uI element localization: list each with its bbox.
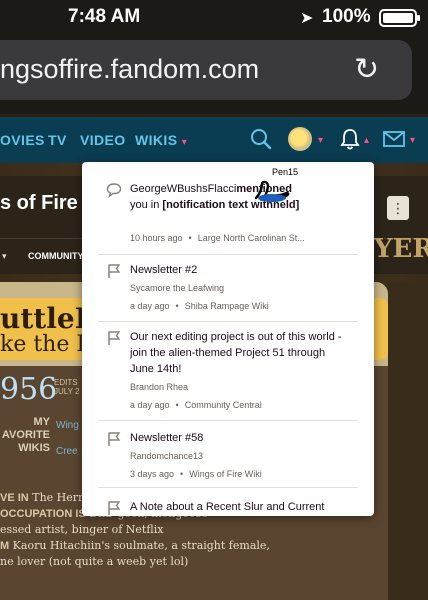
favorite-wiki-link[interactable]: Wing — [56, 420, 79, 431]
search-icon[interactable] — [250, 128, 272, 150]
bio-label: OCCUPATION IS — [0, 508, 86, 520]
notification-time: a day ago — [130, 400, 170, 410]
notifications-dropdown: GeorgeWBushsFlaccimentioned you in [noti… — [82, 162, 374, 516]
favorite-wiki-link[interactable]: Cree — [56, 446, 78, 457]
bio-value: The Herm — [32, 491, 89, 504]
nav-tv[interactable]: TV — [48, 132, 67, 148]
nav-wikis[interactable]: WIKIS ▾ — [135, 132, 187, 148]
notification-item[interactable]: Our next editing project is out of this … — [82, 322, 374, 420]
notification-title: Newsletter #58 — [130, 432, 204, 444]
meta-separator: • — [175, 400, 179, 410]
bio-label: M — [0, 540, 10, 552]
meta-separator: • — [188, 233, 192, 243]
chevron-down-icon[interactable]: ▾ — [410, 135, 415, 146]
edit-count-label: EDITS JULY 2 — [54, 378, 80, 396]
notification-actor: GeorgeWBushsFlacci — [130, 183, 237, 195]
bio-line: ne lover (not quite a weeb yet lol) — [0, 555, 189, 568]
envelope-icon[interactable] — [383, 130, 405, 148]
speech-bubble-icon — [106, 183, 122, 198]
page-gutter — [388, 282, 428, 600]
bio-line: essed artist, binger of Netflix — [0, 523, 164, 536]
notification-meta: a day ago • Community Central — [130, 400, 262, 410]
notification-author: Brandon Rhea — [130, 382, 189, 392]
battery-icon — [379, 9, 420, 27]
bio-label: VE IN — [0, 492, 29, 504]
nav-video[interactable]: VIDEO — [80, 132, 126, 148]
reload-icon[interactable]: ↻ — [354, 55, 379, 85]
notification-time: 10 hours ago — [130, 233, 183, 243]
browser-toolbar: ngsoffire.fandom.com ↻ — [0, 34, 428, 114]
flag-icon — [108, 432, 121, 446]
user-avatar[interactable] — [288, 127, 312, 151]
notification-title: Our next editing project is out of this … — [130, 331, 342, 375]
notification-item[interactable]: A Note about a Recent Slur and Current — [82, 488, 374, 516]
meta-separator: • — [175, 301, 179, 311]
notification-meta: a day ago • Shiba Rampage Wiki — [130, 301, 269, 311]
flag-icon — [108, 264, 121, 278]
url-text[interactable]: ngsoffire.fandom.com — [0, 54, 259, 85]
notification-wiki: Community Central — [184, 400, 262, 410]
notification-meta: 10 hours ago • Large North Carolinan St... — [130, 233, 305, 243]
handwritten-scribble — [254, 180, 290, 202]
bio-value: Kaoru Hitachiin's soulmate, a straight f… — [12, 539, 270, 552]
chevron-down-icon[interactable]: ▾ — [318, 135, 323, 146]
notification-author: Randomchance13 — [130, 451, 204, 461]
nav-movies[interactable]: OVIES — [0, 132, 45, 148]
notification-item[interactable]: Newsletter #2 Sycamore the Leafwing a da… — [82, 255, 374, 321]
flag-icon — [108, 501, 121, 515]
notification-meta: 3 days ago • Wings of Fire Wiki — [130, 469, 262, 479]
more-options-icon[interactable]: ⋮ — [387, 196, 409, 220]
tab-community[interactable]: COMMUNITY — [28, 251, 84, 261]
notification-item[interactable]: Newsletter #58 Randomchance13 3 days ago… — [82, 421, 374, 487]
status-bar: 7:48 AM ➤ 100% — [0, 0, 428, 34]
wiki-logo[interactable]: YER — [374, 234, 428, 264]
address-bar[interactable]: ngsoffire.fandom.com ↻ — [0, 40, 412, 100]
notification-title: Newsletter #2 — [130, 264, 198, 276]
chevron-down-icon: ▾ — [181, 137, 188, 148]
flag-icon — [108, 331, 121, 345]
edit-count: 956 — [0, 372, 58, 407]
handwritten-note: Pen15 — [272, 167, 299, 177]
nav-wikis-label: WIKIS — [135, 132, 178, 148]
chevron-down-icon[interactable]: ▾ — [2, 251, 7, 262]
meta-separator: • — [180, 469, 184, 479]
notification-title: A Note about a Recent Slur and Current — [130, 501, 325, 513]
battery-percent: 100% — [322, 6, 371, 27]
notification-author: Sycamore the Leafwing — [130, 283, 225, 293]
chevron-up-icon[interactable]: ▴ — [364, 135, 369, 146]
notification-time: 3 days ago — [130, 469, 175, 479]
notification-wiki: Large North Carolinan St... — [197, 233, 305, 243]
notification-time: a day ago — [130, 301, 170, 311]
notification-text: you in — [130, 199, 160, 211]
notification-wiki: Wings of Fire Wiki — [189, 469, 262, 479]
notification-title: GeorgeWBushsFlaccimentioned you in [noti… — [130, 181, 344, 213]
bell-icon[interactable] — [340, 128, 360, 150]
notification-wiki: Shiba Rampage Wiki — [184, 301, 269, 311]
location-arrow-icon: ➤ — [300, 10, 314, 27]
favorite-wikis-label: MY AVORITE WIKIS — [1, 416, 50, 454]
notification-item[interactable]: GeorgeWBushsFlaccimentioned you in [noti… — [82, 162, 374, 254]
global-navigation: OVIES TV VIDEO WIKIS ▾ ▾ ▴ ▾ — [0, 117, 428, 163]
status-time: 7:48 AM — [68, 6, 141, 27]
